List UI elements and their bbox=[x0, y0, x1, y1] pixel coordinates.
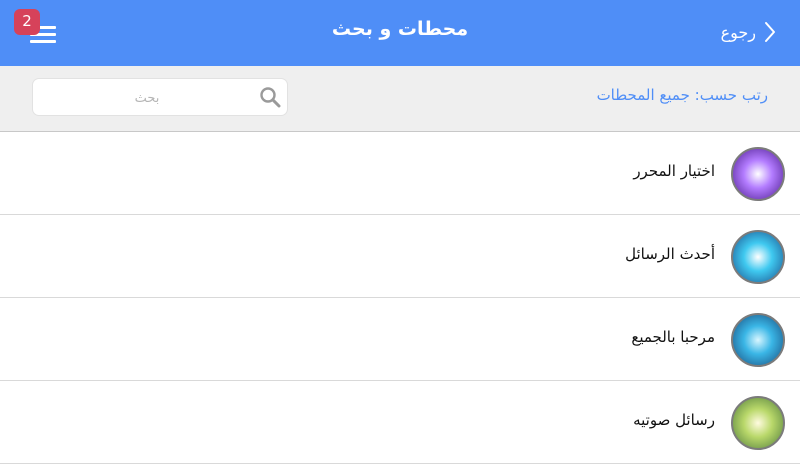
station-list: اختيار المحرر أحدث الرسائل مرحبا بالجميع… bbox=[0, 132, 800, 464]
chevron-right-icon bbox=[765, 22, 775, 42]
search-icon[interactable] bbox=[259, 86, 281, 108]
purple-swirl-avatar bbox=[731, 147, 785, 201]
filter-bar: رتب حسب: جميع المحطات bbox=[0, 66, 800, 132]
station-list-item[interactable]: مرحبا بالجميع bbox=[0, 298, 800, 381]
top-navigation-bar: 2 محطات و بحث رجوع bbox=[0, 0, 800, 66]
search-box[interactable] bbox=[33, 79, 287, 117]
back-button-label: رجوع bbox=[720, 22, 756, 42]
station-list-item[interactable]: أحدث الرسائل bbox=[0, 215, 800, 298]
station-label: رسائل صوتيه bbox=[633, 411, 715, 429]
back-button[interactable]: رجوع bbox=[721, 18, 778, 46]
station-list-item[interactable]: رسائل صوتيه bbox=[0, 381, 800, 464]
blue-hand-avatar bbox=[731, 313, 785, 367]
page-title: محطات و بحث bbox=[331, 18, 469, 40]
station-label: اختيار المحرر bbox=[633, 162, 715, 180]
sort-by-selector[interactable]: رتب حسب: جميع المحطات bbox=[597, 86, 768, 104]
green-lightbulb-avatar bbox=[731, 396, 785, 450]
station-list-item[interactable]: اختيار المحرر bbox=[0, 132, 800, 215]
station-label: أحدث الرسائل bbox=[625, 245, 715, 263]
cyan-speaker-avatar bbox=[731, 230, 785, 284]
menu-icon-bar-bottom bbox=[30, 40, 56, 43]
search-input[interactable] bbox=[41, 79, 253, 117]
station-label: مرحبا بالجميع bbox=[631, 328, 715, 346]
